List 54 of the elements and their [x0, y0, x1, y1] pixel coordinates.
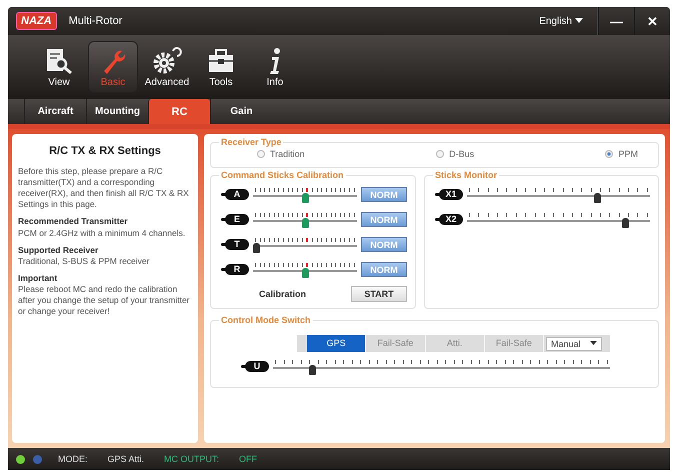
radio-label: Tradition — [270, 149, 305, 159]
help-heading: Recommended Transmitter — [18, 216, 129, 228]
group-title: Receiver Type — [220, 137, 282, 147]
toolbar-button[interactable]: View — [34, 41, 84, 93]
output-value: OFF — [239, 454, 258, 464]
radio-button[interactable] — [257, 150, 265, 158]
output-label: MC OUTPUT: — [164, 454, 220, 464]
channel-label: T — [225, 239, 249, 250]
channel-label: E — [225, 214, 249, 225]
window-title: Multi-Rotor — [68, 15, 122, 27]
channel-label: R — [225, 264, 249, 275]
mode-dropdown[interactable]: Manual — [546, 336, 602, 350]
group-title: Command Sticks Calibration — [220, 170, 345, 180]
slider-thumb[interactable] — [302, 268, 308, 278]
start-button[interactable]: START — [351, 286, 407, 302]
radio-label: PPM — [618, 149, 638, 159]
logo: NAZA — [16, 12, 57, 30]
mode-label: MODE: — [58, 454, 88, 464]
slider-thumb[interactable] — [253, 242, 260, 252]
slider-thumb[interactable] — [302, 192, 308, 202]
mode-segment: Fail-Safe — [366, 335, 426, 352]
radio-button[interactable] — [605, 150, 614, 158]
help-heading: Important — [18, 272, 58, 284]
magnifier-document-icon — [44, 46, 74, 74]
radio-button[interactable] — [436, 150, 444, 158]
channel-label: U — [245, 361, 269, 372]
toolbox-icon — [206, 46, 236, 74]
toolbar-button[interactable]: Advanced — [142, 41, 192, 93]
tab[interactable]: Aircraft — [24, 99, 86, 124]
caret-icon — [575, 18, 583, 24]
slider-thumb[interactable] — [302, 218, 308, 228]
caret-icon — [590, 341, 597, 346]
toolbar-button[interactable]: Tools — [196, 41, 246, 93]
group-title: Control Mode Switch — [220, 315, 312, 325]
channel-label: A — [225, 189, 249, 200]
toolbar-button[interactable]: Info — [250, 41, 300, 93]
mode-segment: GPS — [307, 335, 366, 352]
gears-icon — [152, 46, 182, 74]
channel-label: X2 — [439, 214, 463, 225]
help-text: PCM or 2.4GHz with a minimum 4 channels. — [18, 228, 186, 239]
help-text: Traditional, S-BUS & PPM receiver — [18, 256, 150, 267]
tab[interactable]: Gain — [210, 99, 272, 124]
help-text: Please reboot MC and redo the calibration after you change the setup of your transmitter or change your receiver! — [18, 284, 191, 317]
mode-value: GPS Atti. — [108, 454, 144, 464]
channel-label: X1 — [439, 189, 463, 200]
radio-label: D-Bus — [449, 149, 474, 159]
help-title: R/C TX & RX Settings — [48, 144, 162, 158]
mode-segment: Fail-Safe — [484, 335, 544, 352]
mode-segment: Atti. — [426, 335, 485, 352]
calibration-label: Calibration — [259, 289, 306, 299]
group-title: Sticks Monitor — [434, 170, 498, 180]
help-text: Before this step, please prepare a R/C transmitter(TX) and a corresponding receiver(RX), and then finish all R/C TX & RX Settings in this page. — [18, 166, 190, 210]
tab[interactable]: RC — [148, 99, 210, 124]
help-heading: Supported Receiver — [18, 244, 100, 256]
